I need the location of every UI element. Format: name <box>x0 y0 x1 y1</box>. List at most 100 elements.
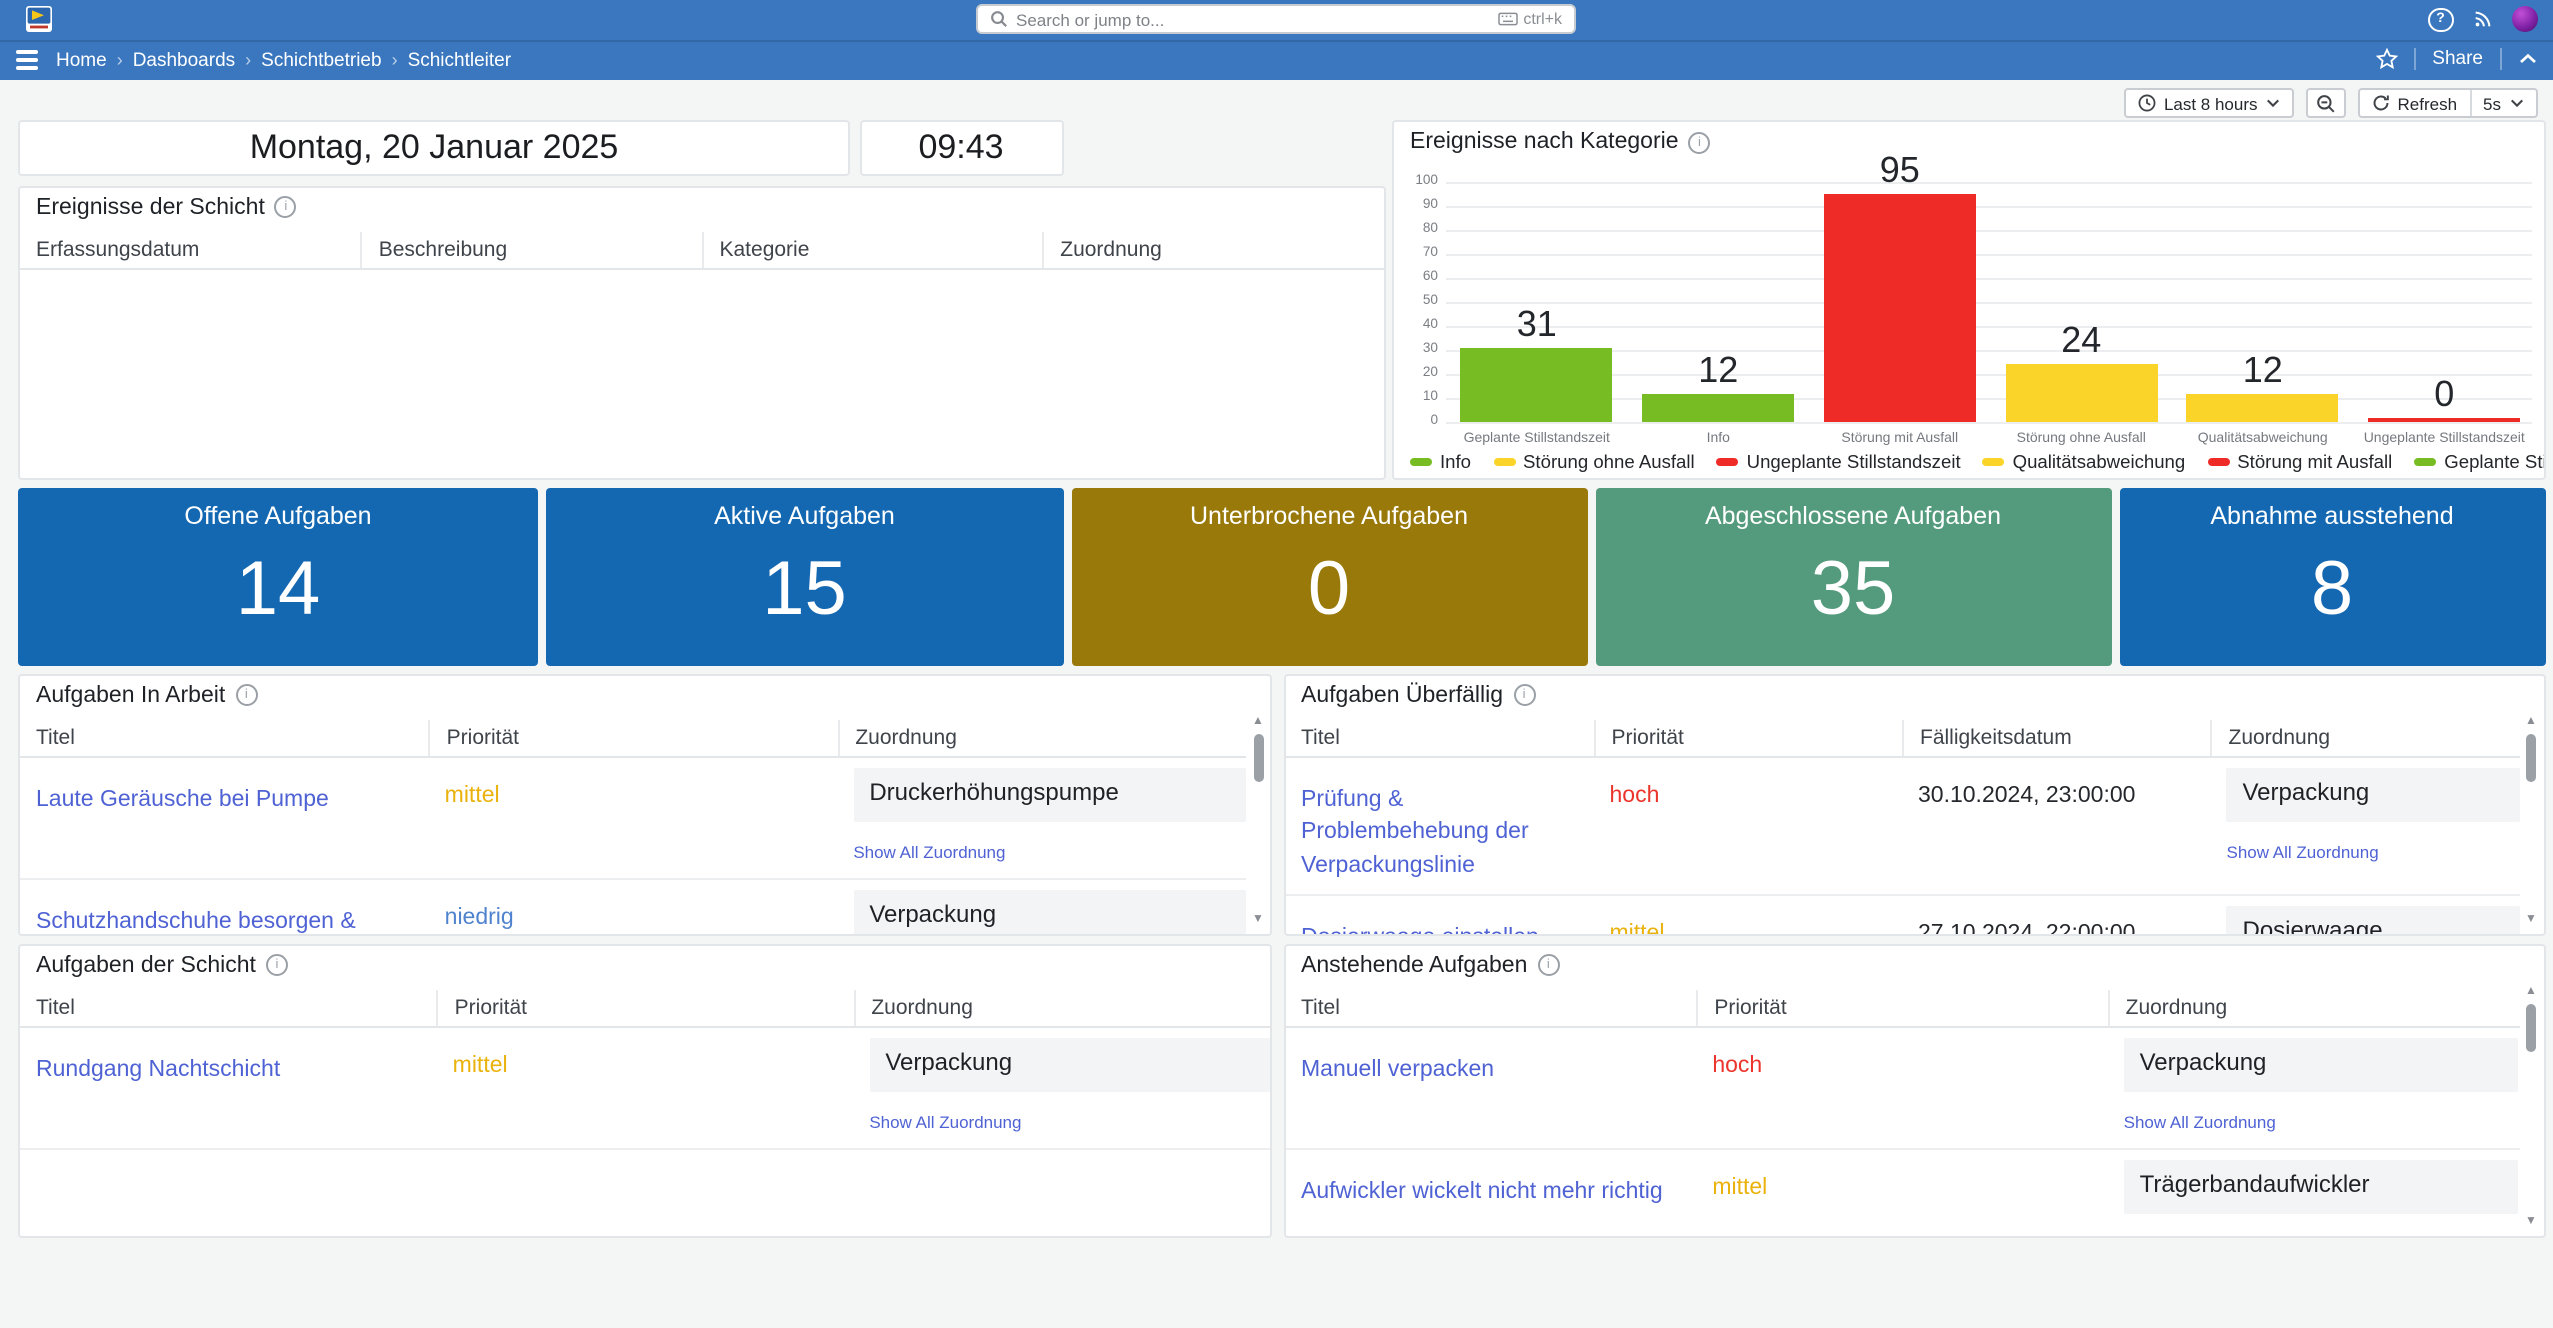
menu-toggle-icon[interactable] <box>16 51 38 69</box>
legend-item[interactable]: Ungeplante Stillstandszeit <box>1717 452 1961 472</box>
refresh-interval-select[interactable]: 5s <box>2469 90 2535 116</box>
bar-st-rung-ohne-ausfall[interactable] <box>2005 364 2157 422</box>
show-all-link[interactable]: Show All Zuordnung <box>853 841 1005 861</box>
show-all-link[interactable]: Show All Zuordnung <box>2124 1233 2276 1237</box>
bar-st-rung-mit-ausfall[interactable] <box>1824 194 1976 422</box>
scroll-down-icon[interactable]: ▼ <box>2525 1215 2537 1229</box>
task-link[interactable]: Schutzhandschuhe besorgen & überprüfen, … <box>36 889 429 935</box>
help-icon[interactable]: ? <box>2428 7 2453 32</box>
star-icon[interactable] <box>2376 48 2398 70</box>
user-avatar[interactable] <box>2511 7 2537 33</box>
share-button[interactable]: Share <box>2432 48 2483 70</box>
broadcast-icon[interactable] <box>2471 9 2493 31</box>
column-header[interactable]: Priorität <box>1594 719 1903 755</box>
bar-value-label: 12 <box>1628 349 1810 391</box>
table-scrollbar[interactable]: ▲▼ <box>1250 715 1266 927</box>
column-header[interactable]: Kategorie <box>702 231 1043 267</box>
column-header[interactable]: Fälligkeitsdatum <box>1902 719 2211 755</box>
legend-item[interactable]: Geplante Stillstandszeit <box>2414 452 2545 472</box>
scroll-up-icon[interactable]: ▲ <box>1252 715 1264 729</box>
breadcrumb: Home›Dashboards›Schichtbetrieb›Schichtle… <box>56 49 511 71</box>
column-header[interactable]: Titel <box>20 989 437 1025</box>
breadcrumb-separator: › <box>245 50 251 70</box>
app-logo[interactable] <box>26 6 52 32</box>
scrollbar-thumb[interactable] <box>2526 1003 2536 1051</box>
task-link[interactable]: Aufwickler wickelt nicht mehr richtig <box>1301 1159 1696 1208</box>
scroll-up-icon[interactable]: ▲ <box>2525 985 2537 999</box>
y-axis-tick: 60 <box>1394 270 1438 284</box>
show-all-link[interactable]: Show All Zuordnung <box>2124 1111 2276 1131</box>
bar-geplante-stillstandszeit[interactable] <box>1461 348 1613 422</box>
chevron-up-icon[interactable] <box>2517 52 2537 66</box>
column-header[interactable]: Titel <box>1285 719 1594 755</box>
refresh-button[interactable]: Refresh <box>2360 90 2470 116</box>
show-all-link[interactable]: Show All Zuordnung <box>2227 841 2379 861</box>
info-icon[interactable]: i <box>1537 954 1559 976</box>
assignment-cell: VerpackungShow All Zuordnung <box>853 1037 1270 1137</box>
task-link[interactable]: Laute Geräusche bei Pumpe <box>36 767 429 816</box>
scrollbar-thumb[interactable] <box>1253 733 1263 781</box>
info-icon[interactable]: i <box>275 196 297 218</box>
assignment-cell: DosierwaageReaktor 1 <box>2211 905 2520 935</box>
column-header[interactable]: Erfassungsdatum <box>20 231 361 267</box>
stat-abnahme-ausstehend: Abnahme ausstehend8 <box>2119 487 2545 666</box>
task-link[interactable]: Rundgang Nachtschicht <box>36 1037 437 1086</box>
legend-color-dash <box>1717 459 1739 466</box>
column-header[interactable]: Zuordnung <box>837 719 1246 755</box>
refresh-group: Refresh 5s <box>2358 88 2538 118</box>
breadcrumb-separator: › <box>117 50 123 70</box>
search-input[interactable]: Search or jump to... ctrl+k <box>976 4 1576 34</box>
panel-anstehende-aufgaben: Anstehende Aufgaben i TitelPrioritätZuor… <box>1283 943 2545 1237</box>
scroll-down-icon[interactable]: ▼ <box>2525 913 2537 927</box>
scroll-up-icon[interactable]: ▲ <box>2525 715 2537 729</box>
scrollbar-thumb[interactable] <box>2526 733 2536 781</box>
column-header[interactable]: Zuordnung <box>853 989 1270 1025</box>
column-header[interactable]: Priorität <box>429 719 838 755</box>
stat-label: Abnahme ausstehend <box>2210 487 2453 529</box>
table-scrollbar[interactable]: ▲▼ <box>2523 985 2539 1229</box>
bar-ungeplante-stillstandszeit[interactable] <box>2368 419 2520 422</box>
time-range-picker[interactable]: Last 8 hours <box>2124 88 2294 118</box>
info-icon[interactable]: i <box>235 684 257 706</box>
due-date: 27.10.2024, 22:00:00 <box>1902 905 2211 935</box>
column-header[interactable]: Zuordnung <box>2108 989 2519 1025</box>
legend-item[interactable]: Störung mit Ausfall <box>2207 452 2392 472</box>
task-link[interactable]: Dosierwaage einstellen <box>1301 905 1594 935</box>
column-header[interactable]: Beschreibung <box>361 231 702 267</box>
legend-color-dash <box>1493 459 1515 466</box>
column-header[interactable]: Titel <box>1285 989 1696 1025</box>
legend-item[interactable]: Qualitätsabweichung <box>1983 452 2186 472</box>
breadcrumb-item-schichtbetrieb[interactable]: Schichtbetrieb <box>261 49 381 71</box>
column-header[interactable]: Titel <box>20 719 429 755</box>
task-link[interactable]: Manuell verpacken <box>1301 1037 1696 1086</box>
scroll-down-icon[interactable]: ▼ <box>1252 913 1264 927</box>
table-scrollbar[interactable]: ▲▼ <box>2523 715 2539 927</box>
bar-qualit-tsabweichung[interactable] <box>2187 393 2339 422</box>
x-axis-label: Ungeplante Stillstandszeit <box>2338 432 2546 446</box>
legend-item[interactable]: Störung ohne Ausfall <box>1493 452 1695 472</box>
assignment-cell: VerpackungShow All Zuordnung <box>2108 1037 2519 1137</box>
zoom-out-button[interactable] <box>2306 88 2346 118</box>
assignment-cell: TrägerbandaufwicklerShow All Zuordnung <box>2108 1159 2519 1237</box>
column-header[interactable]: Priorität <box>437 989 854 1025</box>
priority-value: mittel <box>429 767 838 867</box>
breadcrumb-item-dashboards[interactable]: Dashboards <box>133 49 235 71</box>
bar-info[interactable] <box>1642 393 1794 422</box>
column-header[interactable]: Priorität <box>1696 989 2107 1025</box>
stat-offene-aufgaben: Offene Aufgaben14 <box>18 487 538 666</box>
column-header[interactable]: Zuordnung <box>1042 231 1383 267</box>
y-axis-tick: 80 <box>1394 222 1438 236</box>
breadcrumb-item-home[interactable]: Home <box>56 49 107 71</box>
info-icon[interactable]: i <box>266 954 288 976</box>
legend-item[interactable]: Info <box>1410 452 1471 472</box>
panel-title: Aufgaben Überfällig <box>1301 683 1503 707</box>
show-all-link[interactable]: Show All Zuordnung <box>869 1111 1021 1131</box>
task-link[interactable]: Prüfung & Problembehebung der Verpackung… <box>1301 767 1594 883</box>
panel-aufgaben-ueberfaellig: Aufgaben Überfällig i TitelPrioritätFäll… <box>1283 673 2545 935</box>
stat-label: Abgeschlossene Aufgaben <box>1705 487 2001 529</box>
panel-aufgaben-der-schicht: Aufgaben der Schicht i TitelPrioritätZuo… <box>18 943 1272 1237</box>
column-header[interactable]: Zuordnung <box>2211 719 2520 755</box>
breadcrumb-item-schichtleiter[interactable]: Schichtleiter <box>408 49 512 71</box>
panel-ereignisse-nach-kategorie: Ereignisse nach Kategorie i 010203040506… <box>1392 120 2545 480</box>
info-icon[interactable]: i <box>1513 684 1535 706</box>
